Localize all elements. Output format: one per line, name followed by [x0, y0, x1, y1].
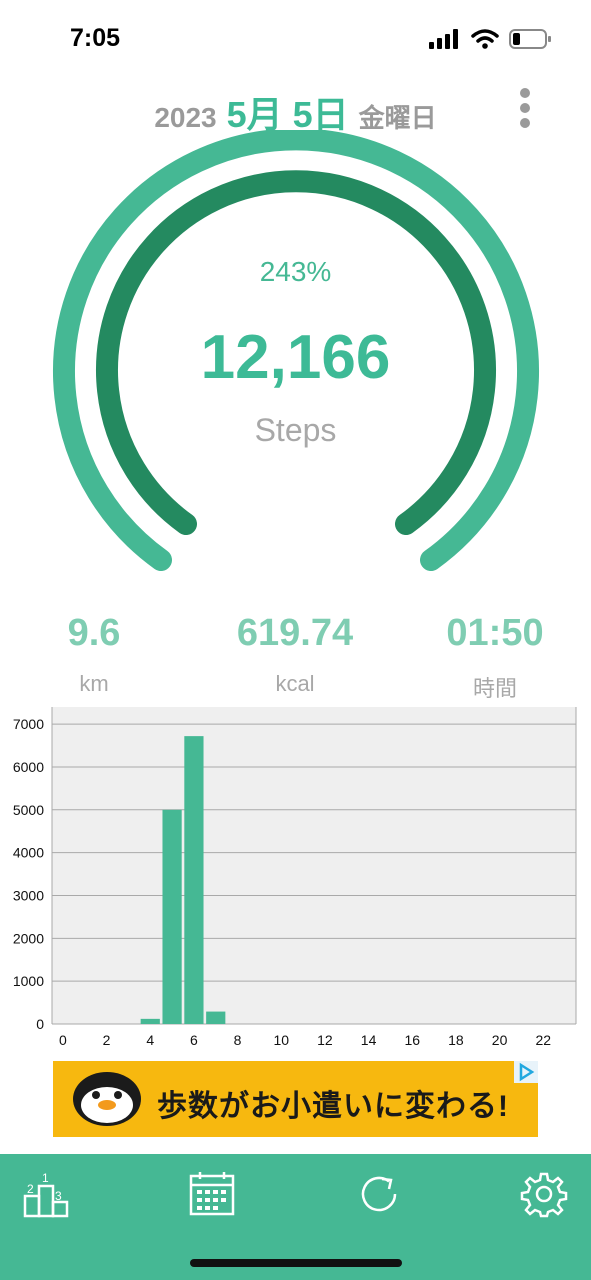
- status-time: 7:05: [70, 24, 121, 52]
- battery-icon: [509, 29, 551, 49]
- x-tick-label: 12: [317, 1032, 333, 1048]
- y-tick-label: 1000: [13, 973, 44, 989]
- distance-value: 9.6: [67, 612, 121, 654]
- calories-value: 619.74: [236, 612, 354, 654]
- hourly-steps-chart: 0 1000 2000 3000 4000 5000 6000 7000 0 2 4 6 8 10 12 14…: [13, 707, 577, 1048]
- calories-stat: 619.74 kcal: [205, 612, 385, 697]
- status-icons: [429, 28, 551, 50]
- date-month-day: 5月 5日: [226, 94, 349, 135]
- x-tick-label: 4: [146, 1032, 154, 1048]
- x-tick-label: 14: [361, 1032, 377, 1048]
- svg-text:2: 2: [27, 1182, 34, 1196]
- time-value: 01:50: [446, 612, 544, 654]
- refresh-icon: [361, 1176, 397, 1212]
- more-menu-icon[interactable]: [513, 88, 537, 128]
- x-tick-label: 20: [492, 1032, 508, 1048]
- y-tick-label: 6000: [13, 759, 44, 775]
- x-tick-label: 16: [404, 1032, 420, 1048]
- svg-text:3: 3: [55, 1189, 62, 1203]
- x-tick-label: 8: [234, 1032, 242, 1048]
- tab-refresh[interactable]: [355, 1170, 407, 1222]
- gear-icon: [520, 1172, 568, 1218]
- penguin-icon: [73, 1072, 141, 1126]
- y-tick-label: 5000: [13, 802, 44, 818]
- ad-text: 歩数がお小遣いに変わる!: [157, 1090, 509, 1123]
- calendar-icon: [189, 1172, 235, 1216]
- x-tick-label: 2: [103, 1032, 111, 1048]
- steps-label: Steps: [254, 412, 337, 448]
- time-unit: 時間: [472, 676, 517, 701]
- y-tick-label: 4000: [13, 845, 44, 861]
- ad-banner[interactable]: 歩数がお小遣いに変わる!: [53, 1061, 538, 1137]
- x-tick-label: 10: [273, 1032, 289, 1048]
- adchoices-icon[interactable]: [514, 1061, 538, 1083]
- chart-bar: [184, 736, 204, 1024]
- chart-bar: [140, 1018, 160, 1024]
- distance-unit: km: [79, 671, 109, 696]
- distance-stat: 9.6 km: [4, 612, 184, 697]
- status-bar: 7:05: [0, 0, 591, 80]
- y-tick-label: 7000: [13, 716, 44, 732]
- wifi-icon: [471, 29, 499, 49]
- time-stat: 01:50 時間: [405, 612, 585, 703]
- tab-settings[interactable]: [520, 1170, 572, 1222]
- x-tick-label: 0: [59, 1032, 67, 1048]
- x-tick-label: 18: [448, 1032, 464, 1048]
- x-tick-label: 6: [190, 1032, 198, 1048]
- step-count: 12,166: [200, 323, 391, 392]
- svg-text:1: 1: [42, 1171, 49, 1185]
- home-indicator: [190, 1259, 402, 1267]
- x-tick-label: 22: [535, 1032, 551, 1048]
- y-tick-label: 3000: [13, 887, 44, 903]
- calories-unit: kcal: [275, 671, 315, 696]
- chart-plot-area: [52, 707, 576, 1024]
- tab-calendar[interactable]: [188, 1170, 240, 1222]
- goal-percent: 243%: [259, 256, 332, 287]
- y-tick-label: 2000: [13, 930, 44, 946]
- tab-ranking[interactable]: 1 2 3: [22, 1170, 74, 1222]
- chart-bar: [206, 1011, 226, 1024]
- y-tick-label: 0: [36, 1016, 44, 1032]
- ranking-icon: 1 2 3: [23, 1171, 69, 1218]
- signal-icon: [429, 29, 458, 49]
- date-year: 2023: [154, 102, 217, 133]
- date-weekday: 金曜日: [358, 103, 437, 133]
- chart-bar: [162, 809, 182, 1024]
